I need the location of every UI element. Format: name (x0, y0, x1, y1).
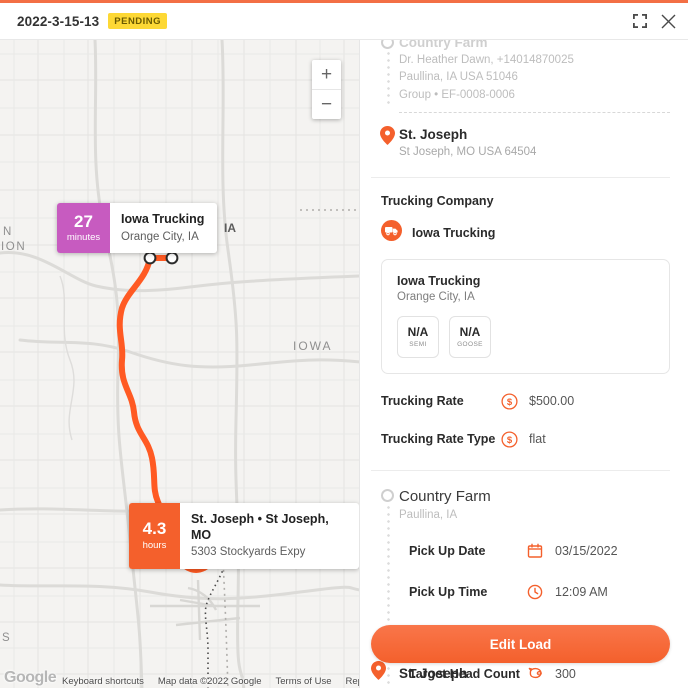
stop-divider (399, 111, 670, 113)
stop-address: St Joseph, MO USA 64504 (399, 145, 537, 158)
map-attribution: Keyboard shortcuts Map data ©2022 Google… (62, 676, 359, 687)
header-actions (633, 14, 676, 29)
callout-destination-badge: 4.3 hours (129, 503, 180, 569)
trucking-company-row[interactable]: Iowa Trucking (381, 220, 670, 246)
field-trucking-rate-type: Trucking Rate Type $ flat (381, 428, 670, 450)
clock-icon (527, 584, 555, 600)
terms-of-use-link[interactable]: Terms of Use (276, 676, 332, 687)
stop-name: St. Joseph (399, 665, 468, 681)
section-divider (371, 177, 670, 179)
field-label: Trucking Rate (381, 394, 464, 409)
callout-destination-subtitle: 5303 Stockyards Expy (190, 546, 306, 559)
field-value: $500.00 (529, 394, 575, 409)
stop-name: St. Joseph (399, 126, 468, 142)
field-label: Pick Up Time (409, 584, 488, 599)
stop-pickup-country-farm[interactable]: Country Farm Paullina, IA (371, 487, 670, 688)
trucking-company-card[interactable]: Iowa Trucking Orange City, IA N/A SEMI N… (381, 259, 670, 375)
stop-st-joseph-bottom[interactable]: St. Joseph (371, 661, 467, 688)
callout-destination-duration: 4.3 (142, 519, 167, 539)
map-pin-icon (371, 661, 386, 685)
section-divider (371, 470, 670, 472)
equipment-value: N/A (459, 325, 481, 340)
stop-address: Paullina, IA USA 51046 (399, 71, 518, 84)
svg-text:$: $ (507, 435, 513, 446)
field-value: 03/15/2022 (555, 543, 618, 558)
svg-text:$: $ (507, 397, 513, 408)
map-data-text: Map data ©2022 Google (157, 676, 262, 687)
dollar-circle-icon: $ (501, 431, 529, 448)
equipment-label: SEMI (409, 341, 427, 349)
edit-load-button-wrap: Edit Load (371, 625, 670, 663)
load-date: 2022-3-15-13 (17, 13, 100, 29)
field-value: 300 (555, 666, 576, 681)
map-callout-origin[interactable]: 27 minutes Iowa Trucking Orange City, IA (57, 203, 218, 253)
callout-origin-duration: 27 (74, 211, 93, 231)
zoom-out-button[interactable]: − (312, 90, 341, 119)
field-label: Trucking Rate Type (381, 432, 496, 447)
callout-origin-body: Iowa Trucking Orange City, IA (110, 203, 217, 253)
equipment-value: N/A (407, 325, 429, 340)
callout-origin-subtitle: Orange City, IA (121, 230, 199, 243)
stop-name: Country Farm (399, 488, 491, 506)
card-company-name: Iowa Trucking (397, 274, 481, 289)
field-label: Pick Up Date (409, 543, 486, 558)
load-detail-modal: 2022-3-15-13 PENDING IOWA N ION S IA + −… (0, 0, 688, 688)
field-pick-up-date: Pick Up Date 03/15/2022 (409, 540, 670, 562)
map-zoom-control[interactable]: + − (312, 60, 341, 119)
callout-origin-unit: minutes (66, 232, 101, 244)
map-pin-icon (380, 125, 395, 150)
callout-destination-title: St. Joseph • St Joseph, MO (190, 512, 329, 542)
card-company-location: Orange City, IA (397, 291, 475, 304)
equipment-box-semi[interactable]: N/A SEMI (397, 316, 439, 359)
field-trucking-rate: Trucking Rate $ $500.00 (381, 390, 670, 412)
close-icon[interactable] (661, 14, 676, 29)
equipment-label: GOOSE (457, 341, 483, 349)
field-value: 12:09 AM (555, 584, 608, 599)
load-detail-panel: Country Farm Dr. Heather Dawn, +14014870… (361, 40, 688, 688)
panel-content: Country Farm Dr. Heather Dawn, +14014870… (361, 40, 688, 688)
stop-sub: Paullina, IA (399, 508, 458, 521)
trucking-company-name: Iowa Trucking (412, 226, 496, 241)
stop-marker-empty-icon (381, 489, 394, 503)
stop-marker-empty-icon (381, 40, 394, 49)
calendar-icon (527, 543, 555, 559)
map-canvas (0, 40, 359, 688)
stop-contact: Dr. Heather Dawn, +14014870025 (399, 53, 574, 66)
callout-destination-unit: hours (142, 540, 167, 552)
stop-group: Group • EF-0008-0006 (399, 89, 515, 102)
callout-origin-title: Iowa Trucking (121, 212, 205, 226)
map-callout-destination[interactable]: 4.3 hours St. Joseph • St Joseph, MO 530… (129, 503, 359, 569)
dollar-circle-icon: $ (501, 393, 529, 410)
edit-load-button[interactable]: Edit Load (371, 625, 670, 663)
google-logo: Google (4, 669, 57, 686)
stop-country-farm-top[interactable]: Country Farm Dr. Heather Dawn, +14014870… (371, 40, 670, 106)
route-map[interactable]: IOWA N ION S IA + − 27 minutes Iowa Truc… (0, 40, 360, 688)
pig-icon (527, 666, 555, 682)
callout-origin-badge: 27 minutes (57, 203, 110, 253)
modal-header: 2022-3-15-13 PENDING (0, 3, 688, 40)
expand-icon[interactable] (633, 14, 647, 28)
rate-block: Trucking Rate $ $500.00 Trucking Rate Ty… (371, 390, 670, 450)
equipment-boxes: N/A SEMI N/A GOOSE (397, 316, 654, 359)
keyboard-shortcuts-link[interactable]: Keyboard shortcuts (62, 676, 144, 687)
zoom-in-button[interactable]: + (312, 60, 341, 89)
report-map-error-link[interactable]: Report a map error (345, 676, 359, 687)
trucking-company-heading: Trucking Company (381, 194, 494, 209)
equipment-box-goose[interactable]: N/A GOOSE (449, 316, 491, 359)
truck-icon (381, 220, 402, 246)
status-badge: PENDING (108, 13, 168, 29)
field-value: flat (529, 432, 546, 447)
stop-dot-trail (386, 50, 390, 106)
callout-destination-body: St. Joseph • St Joseph, MO 5303 Stockyar… (180, 503, 359, 569)
stop-name: Country Farm (399, 40, 488, 50)
field-pick-up-time: Pick Up Time 12:09 AM (409, 581, 670, 603)
stop-st-joseph[interactable]: St. Joseph St Joseph, MO USA 64504 (371, 125, 670, 161)
